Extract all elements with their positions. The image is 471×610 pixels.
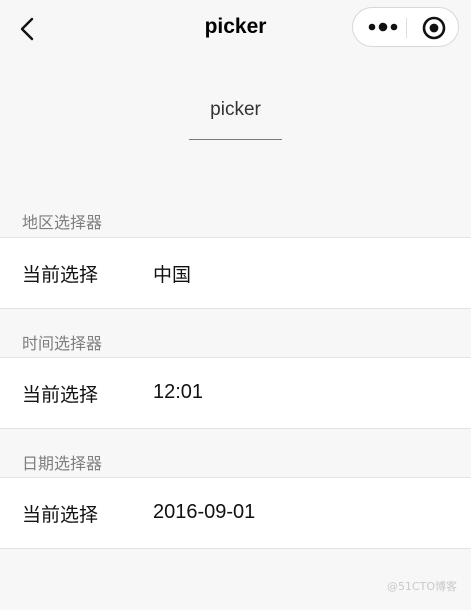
section-label-date: 日期选择器 — [22, 454, 103, 473]
row-key: 当前选择 — [22, 264, 99, 286]
section-label-time: 时间选择器 — [22, 334, 103, 353]
row-value: 中国 — [153, 264, 192, 286]
row-value: 2016-09-01 — [153, 501, 256, 523]
row-key: 当前选择 — [22, 504, 99, 526]
date-picker-row[interactable]: 当前选择 2016-09-01 — [0, 477, 471, 549]
navigation-bar: picker — [0, 0, 471, 58]
capsule-divider — [406, 18, 407, 38]
capsule-menu — [352, 7, 459, 47]
row-value: 12:01 — [153, 381, 204, 403]
watermark: @51CTO博客 — [386, 580, 457, 593]
row-key: 当前选择 — [22, 384, 99, 406]
picker-intro-text: picker — [189, 96, 282, 140]
time-picker-row[interactable]: 当前选择 12:01 — [0, 357, 471, 429]
region-picker-row[interactable]: 当前选择 中国 — [0, 237, 471, 309]
more-dots-icon[interactable] — [367, 18, 399, 36]
target-circle-icon[interactable] — [421, 15, 447, 41]
section-label-region: 地区选择器 — [22, 213, 103, 232]
